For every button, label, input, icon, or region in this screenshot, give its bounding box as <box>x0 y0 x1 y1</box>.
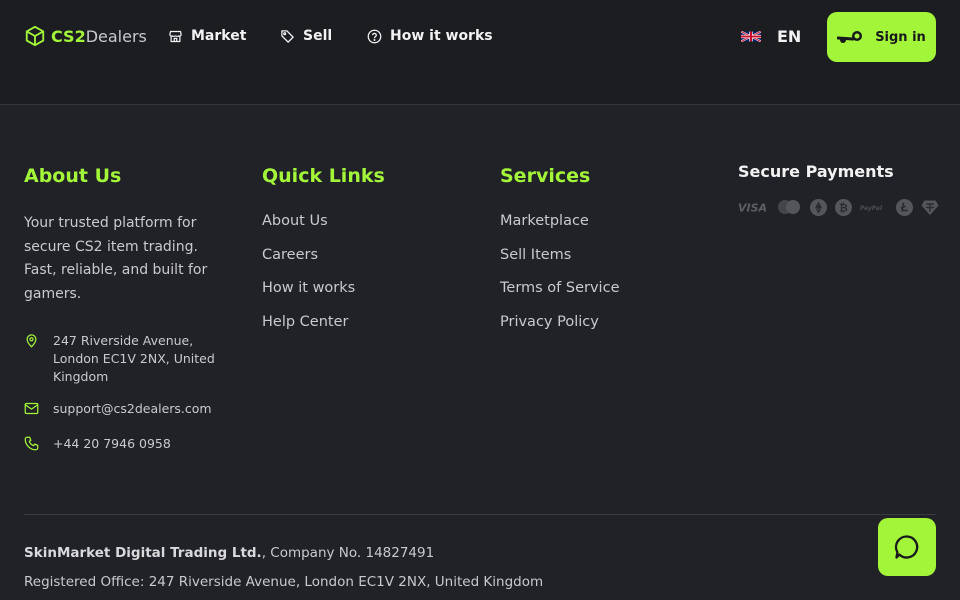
paypal-icon: PayPal <box>860 201 888 213</box>
uk-flag-icon <box>741 30 761 42</box>
link-about-us[interactable]: About Us <box>262 213 328 229</box>
link-terms-of-service[interactable]: Terms of Service <box>500 280 619 296</box>
logo-text-secondary: Dealers <box>85 26 147 46</box>
company-number: , Company No. 14827491 <box>261 545 435 561</box>
link-privacy-policy[interactable]: Privacy Policy <box>500 314 599 330</box>
footer-divider <box>24 514 936 515</box>
tag-icon <box>281 29 294 43</box>
bitcoin-icon: ₿ <box>835 198 852 216</box>
contact-address: 247 Riverside Avenue, London EC1V 2NX, U… <box>24 332 234 386</box>
company-info: SkinMarket Digital Trading Ltd., Company… <box>24 545 434 561</box>
store-icon <box>169 30 182 42</box>
about-title: About Us <box>24 165 122 187</box>
secure-payments-title: Secure Payments <box>738 162 894 181</box>
company-name: SkinMarket Digital Trading Ltd. <box>24 545 262 561</box>
nav-sell-label: Sell <box>303 28 333 44</box>
language-selector[interactable]: EN <box>741 26 801 46</box>
svg-text:₿: ₿ <box>839 201 848 214</box>
phone-text: +44 20 7946 0958 <box>53 436 171 451</box>
nav-market[interactable]: Market <box>168 26 246 46</box>
sign-in-button[interactable]: Sign in <box>827 12 936 62</box>
nav-sell[interactable]: Sell <box>280 26 332 46</box>
litecoin-icon <box>896 198 913 216</box>
language-label: EN <box>777 26 802 46</box>
email-text: support@cs2dealers.com <box>53 401 212 416</box>
about-text: Your trusted platform for secure CS2 ite… <box>24 215 208 302</box>
contact-email[interactable]: support@cs2dealers.com <box>24 400 212 418</box>
address-text: 247 Riverside Avenue, London EC1V 2NX, U… <box>53 333 215 384</box>
visa-icon: VISA <box>738 201 768 214</box>
mastercard-icon <box>776 199 802 215</box>
link-help-center[interactable]: Help Center <box>262 314 348 330</box>
map-pin-icon <box>26 334 37 348</box>
nav-market-label: Market <box>191 28 247 44</box>
help-circle-icon <box>367 29 382 43</box>
quick-links-title: Quick Links <box>262 165 385 187</box>
steam-icon <box>837 31 863 43</box>
tether-icon <box>921 199 939 216</box>
quick-links-column: Quick Links <box>262 164 385 188</box>
nav-how-it-works-label: How it works <box>390 28 493 44</box>
link-sell-items[interactable]: Sell Items <box>500 247 571 263</box>
services-title: Services <box>500 165 591 187</box>
contact-phone[interactable]: +44 20 7946 0958 <box>24 435 171 453</box>
logo-text-primary: CS2 <box>51 26 86 46</box>
chat-button[interactable] <box>878 518 936 576</box>
payment-methods: VISA ₿ PayPal <box>738 198 939 216</box>
sign-in-label: Sign in <box>875 29 926 45</box>
cube-logo-icon <box>25 25 45 47</box>
top-nav-bar: CS2 Dealers Market Sell How it works EN … <box>0 0 960 105</box>
link-marketplace[interactable]: Marketplace <box>500 213 589 229</box>
registered-office: Registered Office: 247 Riverside Avenue,… <box>24 574 544 590</box>
logo[interactable]: CS2 Dealers <box>24 24 147 48</box>
chat-bubble-icon <box>894 535 919 559</box>
services-column: Services <box>500 164 590 188</box>
link-careers[interactable]: Careers <box>262 247 318 263</box>
phone-icon <box>24 436 39 451</box>
paypal-text: PayPal <box>860 205 883 212</box>
about-column: About Us <box>24 164 121 188</box>
mail-icon <box>24 402 39 415</box>
visa-text: VISA <box>738 202 767 214</box>
ethereum-icon <box>810 198 827 216</box>
link-how-it-works[interactable]: How it works <box>262 280 355 296</box>
nav-how-it-works[interactable]: How it works <box>367 26 493 46</box>
